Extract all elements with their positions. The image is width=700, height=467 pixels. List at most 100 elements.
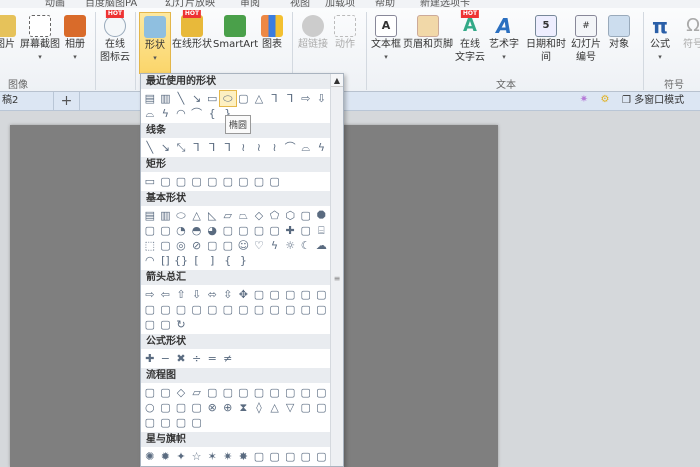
screenshot-button[interactable]: 屏幕截图 ▾ — [20, 12, 60, 74]
striped-right-arrow-icon[interactable]: ▢ — [204, 302, 220, 317]
up-arrow-icon[interactable]: ⇧ — [173, 287, 189, 302]
cloud-icon[interactable]: ☁ — [314, 238, 330, 253]
half-frame-icon[interactable]: ▢ — [236, 223, 252, 238]
trapezoid-icon[interactable]: ⏢ — [236, 208, 252, 223]
round-diagonal-icon[interactable]: ▢ — [267, 174, 283, 189]
manual-operation-icon[interactable]: ▢ — [314, 385, 330, 400]
star6-icon[interactable]: ✶ — [204, 449, 220, 464]
word-cloud-button[interactable]: HOT A 在线 文字云 — [455, 10, 485, 74]
right-triangle-icon[interactable]: ◺ — [204, 208, 220, 223]
magic-icon[interactable]: ✷ — [577, 94, 591, 108]
heptagon-icon[interactable]: ▢ — [298, 208, 314, 223]
curve-icon[interactable]: ⌒ — [282, 140, 298, 155]
pentagon-arrow-icon[interactable]: ▢ — [236, 302, 252, 317]
equation-button[interactable]: π 公式 ▾ — [647, 12, 673, 74]
right-callout-icon[interactable]: ▢ — [267, 302, 283, 317]
curved-left-arrow-icon[interactable]: ▢ — [158, 302, 174, 317]
folded-corner-icon[interactable]: ▢ — [220, 238, 236, 253]
smiley-icon[interactable]: ☺ — [236, 238, 252, 253]
donut-icon[interactable]: ◎ — [173, 238, 189, 253]
down-arrow-icon[interactable]: ⇩ — [314, 91, 330, 106]
block-arc-icon[interactable]: ▢ — [204, 238, 220, 253]
oval-icon[interactable]: ⬭ — [218, 90, 237, 107]
line-icon[interactable]: ╲ — [142, 140, 158, 155]
direct-access-icon[interactable]: ▢ — [173, 415, 189, 430]
curved-icon[interactable]: ≀ — [236, 140, 252, 155]
snip-same-side-icon[interactable]: ▢ — [189, 174, 205, 189]
symbol-button[interactable]: Ω 符号 — [680, 12, 700, 74]
snip-round-icon[interactable]: ▢ — [220, 174, 236, 189]
process-icon[interactable]: ▢ — [142, 385, 158, 400]
new-tab-button[interactable]: + — [54, 92, 80, 110]
left-brace-icon[interactable]: { — [220, 253, 236, 268]
right-arrow-icon[interactable]: ⇨ — [142, 287, 158, 302]
star32-icon[interactable]: ▢ — [314, 449, 330, 464]
freeform-icon[interactable]: ⌓ — [142, 106, 158, 121]
manual-input-icon[interactable]: ▢ — [298, 385, 314, 400]
pie-icon[interactable]: ◔ — [173, 223, 189, 238]
sun-icon[interactable]: ☼ — [282, 238, 298, 253]
lightning-icon[interactable]: ϟ — [158, 106, 174, 121]
left-right-up-arrow-icon[interactable]: ▢ — [251, 287, 267, 302]
summing-junction-icon[interactable]: ⊗ — [204, 400, 220, 415]
rectangle-icon[interactable]: ▭ — [142, 174, 158, 189]
object-button[interactable]: 对象 — [606, 12, 632, 74]
chart-button[interactable]: 图表 — [259, 12, 285, 74]
connector-icon[interactable]: ○ — [142, 400, 158, 415]
plus-icon[interactable]: ✚ — [142, 351, 158, 366]
vertical-textbox-icon[interactable]: ▥ — [158, 91, 174, 106]
divide-icon[interactable]: ÷ — [189, 351, 205, 366]
double-brace-icon[interactable]: {} — [173, 253, 189, 268]
curved-double-arrow-icon[interactable]: ≀ — [267, 140, 283, 155]
snip-corner-icon[interactable]: ▢ — [173, 174, 189, 189]
chevron-icon[interactable]: ▢ — [251, 302, 267, 317]
display-icon[interactable]: ▢ — [189, 415, 205, 430]
preparation-icon[interactable]: ▢ — [282, 385, 298, 400]
star24-icon[interactable]: ▢ — [298, 449, 314, 464]
no-symbol-icon[interactable]: ⊘ — [189, 238, 205, 253]
l-shape-icon[interactable]: ▢ — [251, 223, 267, 238]
textbox-button[interactable]: A 文本框 ▾ — [370, 12, 402, 74]
dodecagon-icon[interactable]: ▢ — [158, 223, 174, 238]
textbox-icon[interactable]: ▤ — [142, 208, 158, 223]
quad-arrow-icon[interactable]: ✥ — [236, 287, 252, 302]
double-arrow-icon[interactable]: ⤡ — [173, 140, 189, 155]
triangle-icon[interactable]: △ — [251, 91, 267, 106]
lightning-icon[interactable]: ϟ — [267, 238, 283, 253]
arc-icon[interactable]: ◠ — [142, 253, 158, 268]
not-equal-icon[interactable]: ≠ — [220, 351, 236, 366]
octagon-icon[interactable]: ⯃ — [314, 208, 330, 223]
sequential-access-icon[interactable]: ▢ — [142, 415, 158, 430]
decision-icon[interactable]: ◇ — [173, 385, 189, 400]
predefined-process-icon[interactable]: ▢ — [204, 385, 220, 400]
elbow-connector-icon[interactable]: ⅂ — [267, 91, 283, 106]
left-right-arrow-icon[interactable]: ⬄ — [204, 287, 220, 302]
down-arrow-icon[interactable]: ⇩ — [189, 287, 205, 302]
textbox-icon[interactable]: ▤ — [142, 91, 158, 106]
minus-icon[interactable]: − — [158, 351, 174, 366]
bevel-icon[interactable]: ▢ — [158, 238, 174, 253]
oval-icon[interactable]: ⬭ — [173, 208, 189, 223]
round-single-icon[interactable]: ▢ — [236, 174, 252, 189]
up-callout-icon[interactable]: ▢ — [314, 302, 330, 317]
star5-icon[interactable]: ☆ — [189, 449, 205, 464]
diamond-icon[interactable]: ◇ — [251, 208, 267, 223]
star4-icon[interactable]: ✦ — [173, 449, 189, 464]
star10-icon[interactable]: ▢ — [251, 449, 267, 464]
teardrop-icon[interactable]: ◕ — [204, 223, 220, 238]
quad-callout-icon[interactable]: ▢ — [158, 317, 174, 332]
multiply-icon[interactable]: ✖ — [173, 351, 189, 366]
date-time-button[interactable]: 5 日期和时间 — [522, 12, 570, 74]
u-turn-arrow-icon[interactable]: ▢ — [282, 287, 298, 302]
sort-icon[interactable]: ◊ — [251, 400, 267, 415]
triangle-icon[interactable]: △ — [189, 208, 205, 223]
right-bracket-icon[interactable]: ] — [204, 253, 220, 268]
shapes-button[interactable]: 形状 ▾ — [139, 12, 171, 74]
parallelogram-icon[interactable]: ▱ — [220, 208, 236, 223]
notched-right-arrow-icon[interactable]: ▢ — [220, 302, 236, 317]
vertical-textbox-icon[interactable]: ▥ — [158, 208, 174, 223]
diagonal-stripe-icon[interactable]: ▢ — [267, 223, 283, 238]
cross-icon[interactable]: ✚ — [282, 223, 298, 238]
elbow-arrow-connector-icon[interactable]: ⅂ — [282, 91, 298, 106]
alternate-process-icon[interactable]: ▢ — [158, 385, 174, 400]
